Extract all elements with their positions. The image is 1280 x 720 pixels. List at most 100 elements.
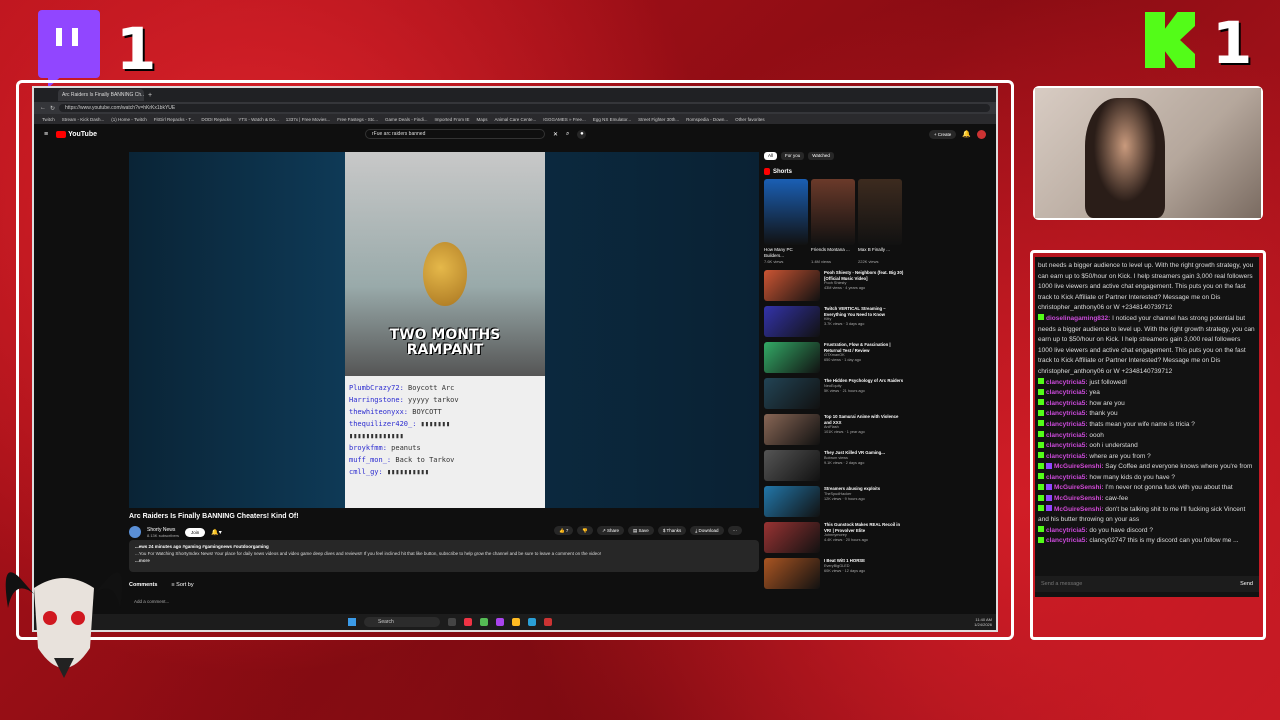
description-box[interactable]: ...ews 24 minutes ago #gaming #gamingnew… xyxy=(129,540,759,572)
save-button[interactable]: ▤ Save xyxy=(628,526,654,535)
chat-username[interactable]: clancytricia5: xyxy=(1046,442,1088,449)
bookmark-item[interactable]: Stream - Kick Dash... xyxy=(62,117,105,122)
chat-text: ooh i understand xyxy=(1089,442,1138,450)
account-avatar[interactable] xyxy=(977,129,986,139)
recommended-meta: 9.1K views · 2 days ago xyxy=(824,460,865,465)
app-icon[interactable] xyxy=(496,618,504,626)
recommended-video[interactable]: Top 10 Samurai Anime with Violence and X… xyxy=(764,414,906,447)
chat-username[interactable]: McGuireSenshi: xyxy=(1054,495,1103,502)
channel-avatar[interactable] xyxy=(129,526,141,538)
kick-badge-icon xyxy=(1038,378,1044,385)
bookmarks-bar: Twitch Stream - Kick Dash... (1) Home - Tw… xyxy=(34,114,996,124)
youtube-logo[interactable]: YouTube xyxy=(56,130,97,138)
mic-icon[interactable]: ● xyxy=(577,129,587,139)
recommended-video[interactable]: Streamers abusing exploits TheSpudHacker 1… xyxy=(764,486,906,519)
short-card[interactable]: How Many PC Builders... 7.6K views xyxy=(764,179,808,264)
bookmark-item[interactable]: Egg NS Emulator... xyxy=(593,117,631,122)
app-icon[interactable] xyxy=(544,618,552,626)
chat-input-bar: Send a message Send xyxy=(1035,576,1259,592)
send-button[interactable]: Send xyxy=(1240,581,1253,587)
bell-icon[interactable]: 🔔 xyxy=(962,130,971,138)
bookmark-item[interactable]: DODI Repacks xyxy=(201,117,231,122)
chat-username[interactable]: dioselinagaming832: xyxy=(1046,315,1110,322)
chat-username[interactable]: McGuireSenshi: xyxy=(1054,484,1103,491)
filter-chip[interactable]: Watched xyxy=(808,152,834,160)
short-card[interactable]: Friends Montana ... 1.4M views xyxy=(811,179,855,264)
recommended-video[interactable]: I Beat Witt 1 HORSE EveryBigGLED 60K views… xyxy=(764,558,906,591)
short-title: Max B Finally ... xyxy=(858,247,891,252)
chat-username[interactable]: McGuireSenshi: xyxy=(1054,506,1103,513)
filter-chip[interactable]: All xyxy=(764,152,778,160)
chat-username[interactable]: clancytricia5: xyxy=(1046,410,1088,417)
bookmark-item[interactable]: Animal Care Cente... xyxy=(495,117,537,122)
chat-username[interactable]: clancytricia5: xyxy=(1046,527,1088,534)
task-view-icon[interactable] xyxy=(448,618,456,626)
short-card[interactable]: Max B Finally ... 222K views xyxy=(858,179,902,264)
chat-username[interactable]: clancytricia5: xyxy=(1046,379,1088,386)
add-comment-input[interactable]: Add a comment... xyxy=(134,599,169,604)
chat-username[interactable]: clancytricia5: xyxy=(1046,400,1088,407)
download-button[interactable]: ⤓ Download xyxy=(690,526,724,535)
chat-username[interactable]: clancytricia5: xyxy=(1046,453,1088,460)
menu-icon[interactable]: ≡ xyxy=(44,131,48,138)
bookmark-item[interactable]: FitGirl Repacks - T... xyxy=(154,117,195,122)
create-button[interactable]: + Create xyxy=(928,129,957,139)
bookmark-item[interactable]: (1) Home - Twitch xyxy=(111,117,146,122)
bookmark-item[interactable]: YTS - Watch & Do... xyxy=(238,117,278,122)
folder-icon[interactable] xyxy=(512,618,520,626)
recommended-video[interactable]: The Hidden Psychology of Arc Raiders NeoE… xyxy=(764,378,906,411)
taskbar-search[interactable]: Search xyxy=(364,617,440,627)
like-button[interactable]: 👍 7 xyxy=(554,526,574,535)
thanks-button[interactable]: $ Thanks xyxy=(657,526,687,535)
taskbar-clock[interactable]: 11:40 AM 1/24/2026 xyxy=(974,617,992,627)
join-button[interactable]: Join xyxy=(185,527,206,537)
dislike-button[interactable]: 👎 xyxy=(577,526,593,535)
new-tab-icon[interactable]: + xyxy=(148,92,152,99)
browser-tab[interactable]: Arc Raiders Is Finally BANNING Ch... xyxy=(58,89,144,101)
chat-username[interactable]: clancytricia5: xyxy=(1046,432,1088,439)
chat-username[interactable]: clancytricia5: xyxy=(1046,389,1088,396)
back-icon[interactable]: ← xyxy=(40,105,46,111)
bookmark-item[interactable]: Twitch xyxy=(42,117,55,122)
app-icon[interactable] xyxy=(464,618,472,626)
chat-username[interactable]: clancytricia5: xyxy=(1046,421,1088,428)
bookmark-item[interactable]: Game Deals - Findi... xyxy=(385,117,428,122)
bookmark-item[interactable]: Street Fighter 30th... xyxy=(638,117,679,122)
search-icon[interactable]: ⌕ xyxy=(566,131,569,138)
xbox-icon[interactable] xyxy=(480,618,488,626)
search-input[interactable]: rFue arc raiders banned xyxy=(365,129,545,139)
recommended-video[interactable]: They Just Killed VR Gaming... Bobrum view… xyxy=(764,450,906,483)
description-more[interactable]: ...more xyxy=(135,557,753,564)
bookmark-item[interactable]: 1337x | Free Movies... xyxy=(286,117,330,122)
video-chat-text: Back to Tarkov xyxy=(395,456,455,464)
chat-username[interactable]: clancytricia5: xyxy=(1046,537,1088,544)
bookmark-item[interactable]: Other favorites xyxy=(735,117,765,122)
more-actions-icon[interactable]: ⋯ xyxy=(727,526,743,535)
sort-by-button[interactable]: ≡ Sort by xyxy=(171,582,193,588)
filter-chip[interactable]: For you xyxy=(781,152,805,160)
recommended-video[interactable]: Frustration, Flow & Fascination | Return… xyxy=(764,342,906,375)
start-icon[interactable] xyxy=(348,618,356,626)
bookmark-item[interactable]: IGGGAMES » Free... xyxy=(543,117,586,122)
bookmark-item[interactable]: Romspedia - Down... xyxy=(686,117,728,122)
chat-text: yea xyxy=(1089,389,1100,397)
bookmark-item[interactable]: Free Fastegs - Stc... xyxy=(337,117,378,122)
refresh-icon[interactable]: ↻ xyxy=(50,105,55,112)
recommended-title: They Just Killed VR Gaming... xyxy=(824,450,885,455)
recommended-video[interactable]: Twitch VERTICAL Streaming – Everything Y… xyxy=(764,306,906,339)
clear-search-icon[interactable]: ✕ xyxy=(553,131,558,138)
chat-message: clancytricia5: clancy02747 this is my di… xyxy=(1038,536,1256,547)
subscribed-bell-icon[interactable]: 🔔▾ xyxy=(211,529,221,536)
edge-icon[interactable] xyxy=(528,618,536,626)
chat-input[interactable]: Send a message xyxy=(1041,581,1082,587)
video-player[interactable]: TWO MONTHS RAMPANT PlumbCrazy72: Boycott … xyxy=(129,152,759,508)
bookmark-item[interactable]: Maps xyxy=(477,117,488,122)
bookmark-item[interactable]: Imported From IE xyxy=(434,117,469,122)
recommended-video[interactable]: This Gunstock Makes REAL Recoil in VR! |… xyxy=(764,522,906,555)
channel-name[interactable]: Shorty News xyxy=(147,527,179,533)
chat-username[interactable]: McGuireSenshi: xyxy=(1054,463,1103,470)
address-input[interactable]: https://www.youtube.com/watch?v=hKrKx1bk… xyxy=(59,104,990,112)
recommended-video[interactable]: Pooh Shiesty - Neighbors (feat. Big 30) … xyxy=(764,270,906,303)
share-button[interactable]: ↗ Share xyxy=(596,526,625,535)
chat-username[interactable]: clancytricia5: xyxy=(1046,474,1088,481)
